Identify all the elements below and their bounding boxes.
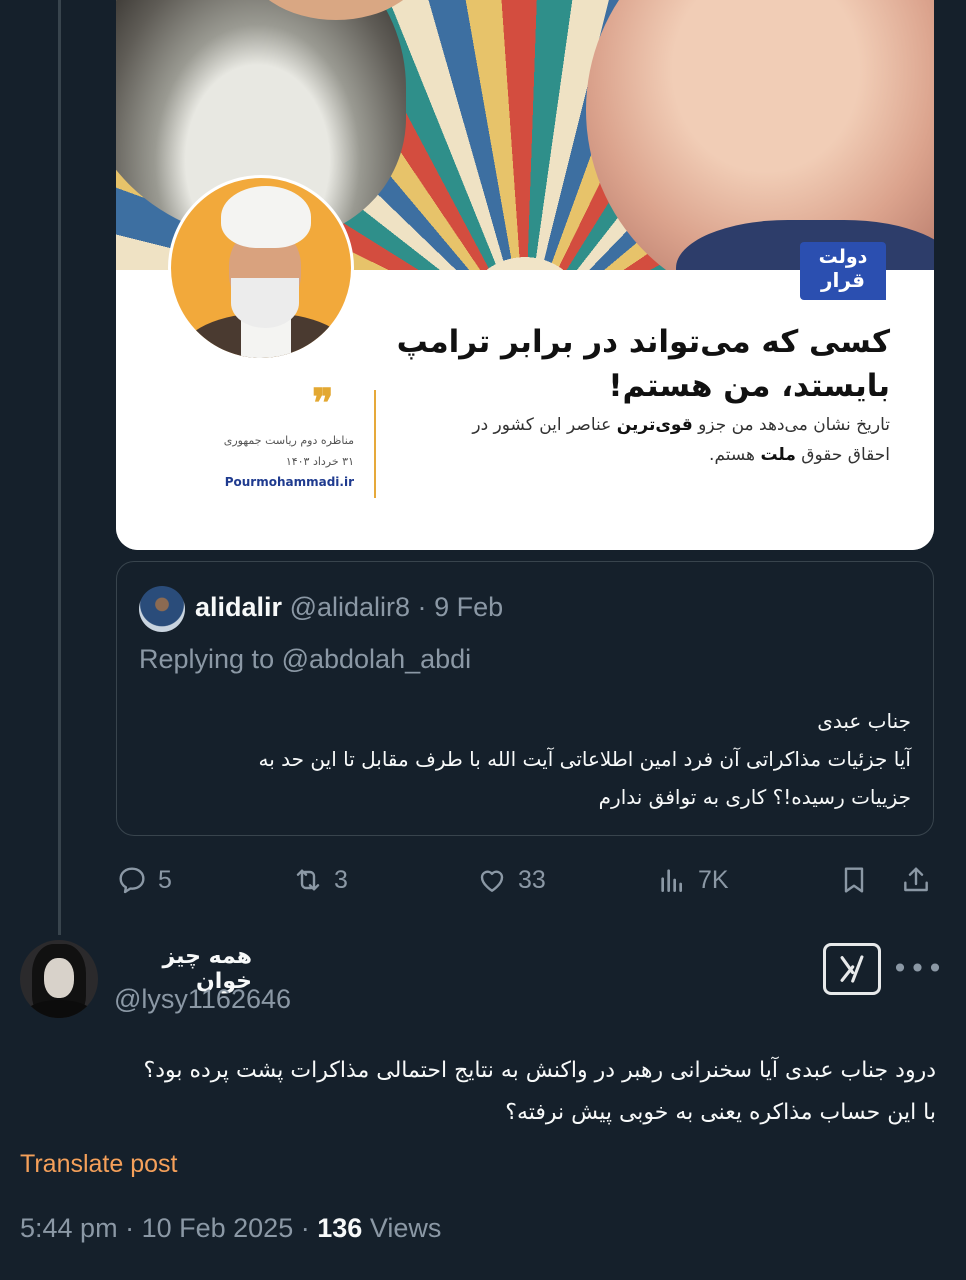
bookmark-button[interactable] — [838, 850, 870, 910]
tweet-action-bar: 5 3 33 7K — [116, 850, 934, 910]
share-button[interactable] — [900, 850, 932, 910]
views-count: 7K — [698, 865, 729, 894]
poster-subline1-pre: تاریخ نشان می‌دهد من جزو — [692, 415, 890, 435]
meta-separator: · — [300, 1213, 310, 1243]
quoted-tweet[interactable]: alidalir @alidalir8 · 9 Feb Replying to … — [116, 561, 934, 836]
more-icon: ••• — [891, 951, 945, 985]
tweet-date[interactable]: 10 Feb 2025 — [142, 1213, 294, 1243]
reply-button[interactable]: 5 — [116, 850, 172, 910]
poster-headline-line1: کسی که می‌تواند در برابر ترامپ — [396, 324, 890, 360]
poster-meta-line1: مناظره دوم ریاست جمهوری — [223, 434, 354, 447]
poster-subline1-post: عناصر این کشور در — [472, 415, 617, 435]
share-icon — [904, 867, 928, 892]
reply-icon — [119, 867, 145, 894]
poster-meta-line2: ۳۱ خرداد ۱۴۰۳ — [285, 455, 354, 468]
quoted-tweet-avatar[interactable] — [139, 586, 185, 632]
tweet-media-image[interactable]: دولت قرار کسی که می‌تواند در برابر ترامپ… — [116, 0, 934, 550]
quoted-tweet-separator: · — [417, 592, 427, 622]
quoted-tweet-replying-to: Replying to @abdolah_abdi — [139, 644, 472, 674]
more-options-button[interactable]: ••• — [892, 950, 944, 986]
quote-mark-icon: ❞ — [312, 380, 334, 427]
poster-subline: تاریخ نشان می‌دهد من جزو قوی‌ترین عناصر … — [370, 410, 890, 470]
poster-logo-line1: دولت — [818, 246, 868, 268]
repost-button[interactable]: 3 — [292, 850, 348, 910]
thread-connector-line — [58, 0, 61, 935]
quoted-tweet-date[interactable]: 9 Feb — [434, 592, 503, 622]
quoted-tweet-body-line1: جناب عبدی — [817, 709, 911, 733]
poster-logo-line2: قرار — [821, 268, 865, 292]
quoted-tweet-body-line3: جزییات رسیده!؟ کاری به توافق ندارم — [598, 785, 911, 809]
meta-separator: · — [125, 1213, 135, 1243]
quoted-tweet-name[interactable]: alidalir — [195, 592, 282, 622]
like-count: 33 — [518, 865, 546, 894]
reply-count: 5 — [158, 865, 172, 894]
poster-headline-line2: بایستد، من هستم! — [608, 368, 890, 404]
tweet-time[interactable]: 5:44 pm — [20, 1213, 118, 1243]
poster-portrait — [168, 175, 354, 361]
tweet-body-line1: درود جناب عبدی آیا سخنرانی رهبر در واکنش… — [143, 1058, 936, 1083]
poster-subline2-post: هستم. — [709, 445, 761, 465]
poster-headline: کسی که می‌تواند در برابر ترامپ بایستد، م… — [330, 320, 890, 408]
poster-subline2-strong: ملت — [760, 445, 796, 465]
tweet-metadata: 5:44 pm · 10 Feb 2025 · 136 Views — [20, 1213, 441, 1244]
poster-logo: دولت قرار — [800, 242, 886, 300]
views-icon — [661, 869, 682, 892]
translate-post-link[interactable]: Translate post — [20, 1150, 177, 1179]
repost-count: 3 — [334, 865, 348, 894]
like-icon — [480, 870, 504, 892]
views-button[interactable]: 7K — [656, 850, 729, 910]
author-handle[interactable]: @lysy1162646 — [114, 984, 291, 1015]
grok-icon — [840, 955, 864, 983]
poster-subline2-pre: احقاق حقوق — [795, 445, 890, 465]
poster-subline1-strong: قوی‌ترین — [616, 415, 693, 435]
tweet-views-label: Views — [369, 1213, 442, 1243]
poster-url: Pourmohammadi.ir — [224, 475, 354, 489]
author-avatar[interactable] — [20, 940, 98, 1018]
grok-button[interactable] — [823, 943, 881, 995]
poster-divider — [374, 390, 376, 498]
repost-icon — [296, 869, 320, 891]
quoted-tweet-handle[interactable]: @alidalir8 — [290, 592, 410, 622]
poster-meta: مناظره دوم ریاست جمهوری ۳۱ خرداد ۱۴۰۳ — [202, 430, 354, 472]
quoted-tweet-body-line2: آیا جزئیات مذاکراتی آن فرد امین اطلاعاتی… — [258, 747, 911, 771]
like-button[interactable]: 33 — [476, 850, 546, 910]
bookmark-icon — [844, 867, 864, 893]
quoted-tweet-header: alidalir @alidalir8 · 9 Feb — [195, 592, 503, 623]
tweet-body: درود جناب عبدی آیا سخنرانی رهبر در واکنش… — [16, 1050, 936, 1134]
tweet-views-count: 136 — [317, 1213, 363, 1243]
quoted-tweet-body: جناب عبدی آیا جزئیات مذاکراتی آن فرد امی… — [151, 702, 911, 816]
tweet-body-line2: با این حساب مذاکره یعنی به خوبی پیش نرفت… — [505, 1100, 936, 1125]
